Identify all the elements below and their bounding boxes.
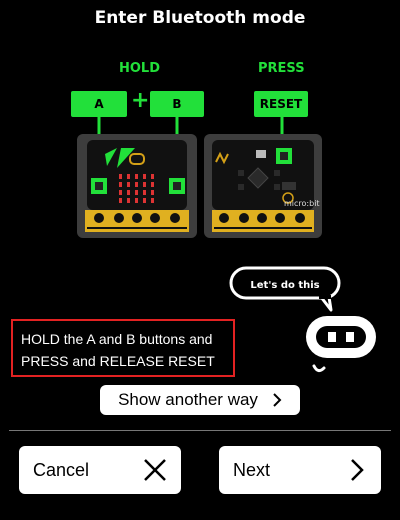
microbit-back-board: micro:bit [204,134,322,238]
next-button[interactable]: Next [219,446,381,494]
instruction-line-2: PRESS and RELEASE RESET [21,353,215,369]
chevron-right-icon [273,393,282,407]
instruction-box: HOLD the A and B buttons and PRESS and R… [11,319,235,377]
close-icon [144,459,166,481]
divider [9,430,391,431]
connector-lines [97,117,284,186]
microbit-front-board [77,134,197,238]
next-label: Next [233,460,271,480]
cancel-label: Cancel [33,460,90,480]
show-another-way-button[interactable]: Show another way [100,385,300,415]
instruction-line-1: HOLD the A and B buttons and [21,331,213,347]
robot-character-icon [302,312,382,383]
show-another-way-label: Show another way [118,390,258,409]
board-back-brand: micro:bit [284,199,320,208]
chevron-right-icon [351,459,364,481]
cancel-button[interactable]: Cancel [19,446,181,494]
speech-bubble-text: Let's do this [250,280,319,291]
